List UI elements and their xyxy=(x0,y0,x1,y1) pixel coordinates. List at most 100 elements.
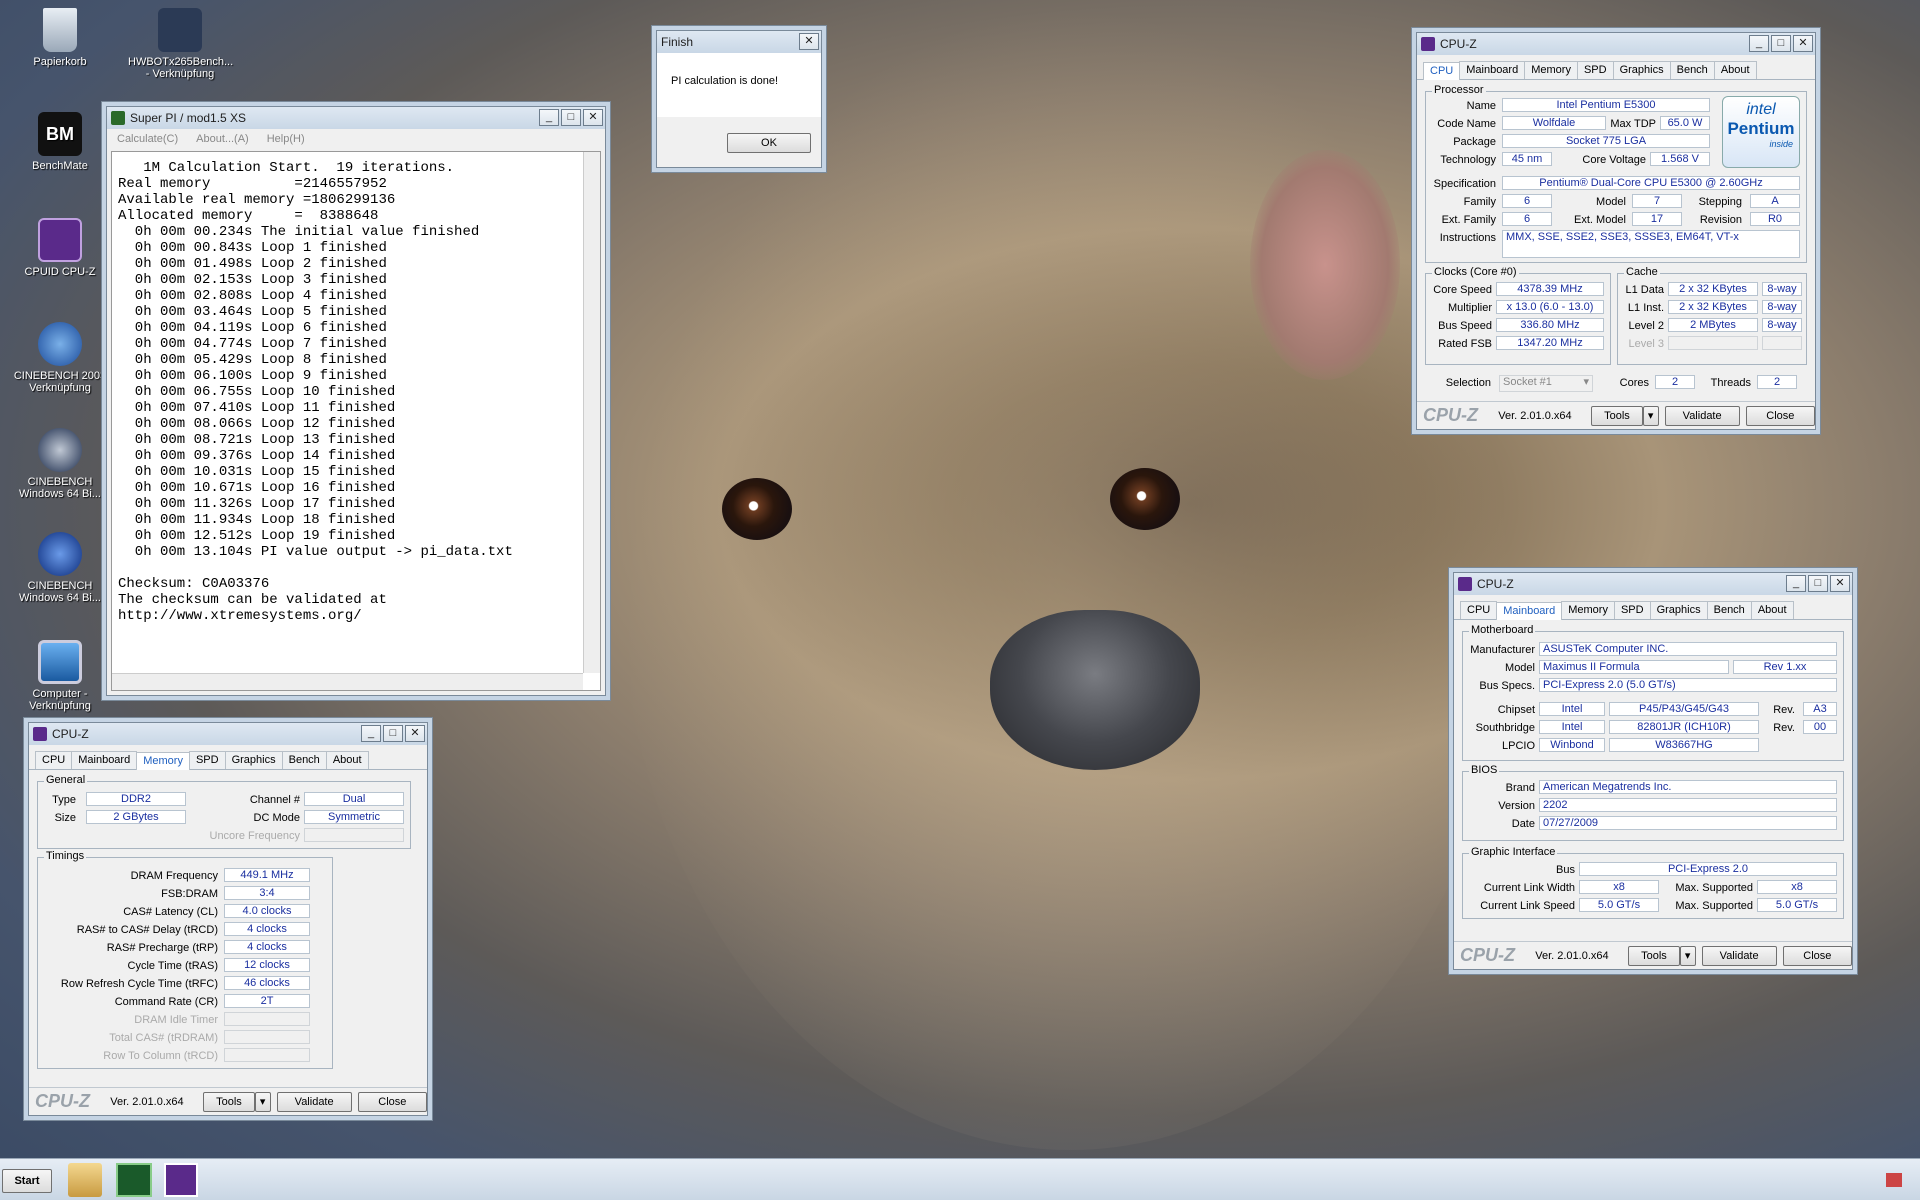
rated-fsb-value: 1347.20 MHz xyxy=(1496,336,1604,350)
tab-bar: CPU Mainboard Memory SPD Graphics Bench … xyxy=(29,745,427,770)
tab-bench[interactable]: Bench xyxy=(1669,61,1715,79)
close-button[interactable]: ✕ xyxy=(1830,575,1850,592)
desktop-icon-benchmate[interactable]: BM BenchMate xyxy=(8,112,112,172)
tab-about[interactable]: About xyxy=(1713,61,1757,79)
tab-mainboard[interactable]: Mainboard xyxy=(1459,61,1526,79)
tab-cpu[interactable]: CPU xyxy=(35,751,73,769)
desktop-icon-computer[interactable]: Computer - Verknüpfung xyxy=(8,640,112,712)
chevron-down-icon: ▾ xyxy=(1583,376,1589,388)
wallpaper-dog-eye-left xyxy=(722,478,792,540)
explorer-taskbar-icon[interactable] xyxy=(68,1163,102,1197)
cpuz-taskbar-icon[interactable] xyxy=(164,1163,198,1197)
close-window-button[interactable]: Close xyxy=(357,1091,427,1112)
cpuz-titlebar[interactable]: CPU-Z _ □ ✕ xyxy=(1454,573,1852,595)
vertical-scrollbar[interactable] xyxy=(583,152,600,673)
desktop-icon-cpuz[interactable]: CPUID CPU-Z xyxy=(8,218,112,278)
close-button[interactable]: ✕ xyxy=(799,33,819,50)
desktop-icon-cinebench-r[interactable]: CINEBENCH Windows 64 Bi... xyxy=(8,428,112,500)
cpuz-titlebar[interactable]: CPU-Z _ □ ✕ xyxy=(1417,33,1815,55)
maximize-button[interactable]: □ xyxy=(561,109,581,126)
desktop-icon-cinebench2003[interactable]: CINEBENCH 2003 Verknüpfung xyxy=(8,322,112,394)
close-window-button[interactable]: Close xyxy=(1745,405,1815,426)
horizontal-scrollbar[interactable] xyxy=(112,673,583,690)
tab-bench[interactable]: Bench xyxy=(1706,601,1752,619)
maximize-button[interactable]: □ xyxy=(1808,575,1828,592)
tab-bench[interactable]: Bench xyxy=(281,751,327,769)
desktop-icon-hwbot[interactable]: HWBOTx265Bench... - Verknüpfung xyxy=(128,8,233,80)
tab-spd[interactable]: SPD xyxy=(1613,601,1651,619)
tab-cpu[interactable]: CPU xyxy=(1460,601,1498,619)
tab-about[interactable]: About xyxy=(325,751,369,769)
finish-titlebar[interactable]: Finish ✕ xyxy=(657,31,821,53)
tab-graphics[interactable]: Graphics xyxy=(1649,601,1708,619)
menu-calculate[interactable]: Calculate(C) xyxy=(117,133,178,145)
minimize-button[interactable]: _ xyxy=(1749,35,1769,52)
menu-about[interactable]: About...(A) xyxy=(196,133,249,145)
minimize-button[interactable]: _ xyxy=(1786,575,1806,592)
tab-mainboard[interactable]: Mainboard xyxy=(71,751,138,769)
start-button[interactable]: Start xyxy=(2,1169,52,1193)
ok-button[interactable]: OK xyxy=(727,133,811,153)
ext-model-value: 17 xyxy=(1632,212,1682,226)
label: Current Link Speed xyxy=(1480,900,1575,912)
validate-button[interactable]: Validate xyxy=(1664,405,1740,426)
tools-dropdown-icon[interactable]: ▾ xyxy=(1642,405,1659,426)
label: Stepping xyxy=(1698,196,1742,208)
tab-spd[interactable]: SPD xyxy=(1576,61,1614,79)
close-window-button[interactable]: Close xyxy=(1782,945,1852,966)
tab-cpu[interactable]: CPU xyxy=(1423,62,1461,80)
minimize-button[interactable]: _ xyxy=(539,109,559,126)
validate-button[interactable]: Validate xyxy=(276,1091,352,1112)
close-button[interactable]: ✕ xyxy=(405,725,425,742)
output-line: 0h 00m 00.234s The initial value finishe… xyxy=(118,224,480,240)
validate-button[interactable]: Validate xyxy=(1701,945,1777,966)
multiplier-value: x 13.0 (6.0 - 13.0) xyxy=(1496,300,1604,314)
desktop-icon-recycle-bin[interactable]: Papierkorb xyxy=(8,8,112,68)
processor-group: Processor Name Intel Pentium E5300 Code … xyxy=(1425,84,1807,263)
core-speed-value: 4378.39 MHz xyxy=(1496,282,1604,296)
superpi-taskbar-icon[interactable] xyxy=(116,1163,152,1197)
close-button[interactable]: ✕ xyxy=(1793,35,1813,52)
desktop-icon-cinebench-r2[interactable]: CINEBENCH Windows 64 Bi... xyxy=(8,532,112,604)
benchmate-icon: BM xyxy=(38,112,82,156)
chipset-value: P45/P43/G45/G43 xyxy=(1609,702,1759,716)
tools-button[interactable]: Tools xyxy=(1628,945,1680,966)
wallpaper-dog-nose xyxy=(990,610,1200,770)
technology-value: 45 nm xyxy=(1502,152,1552,166)
tools-button[interactable]: Tools xyxy=(1591,405,1643,426)
tab-spd[interactable]: SPD xyxy=(188,751,226,769)
label: Max. Supported xyxy=(1675,882,1753,894)
tab-memory[interactable]: Memory xyxy=(136,752,190,770)
cinebench-r-icon xyxy=(38,428,82,472)
socket-select[interactable]: Socket #1 ▾ xyxy=(1499,375,1593,392)
maximize-button[interactable]: □ xyxy=(383,725,403,742)
superpi-titlebar[interactable]: Super PI / mod1.5 XS _ □ ✕ xyxy=(107,107,605,129)
threads-value: 2 xyxy=(1757,375,1797,389)
tools-dropdown-icon[interactable]: ▾ xyxy=(254,1091,271,1112)
maximize-button[interactable]: □ xyxy=(1771,35,1791,52)
minimize-button[interactable]: _ xyxy=(361,725,381,742)
timing-value: 4 clocks xyxy=(224,940,310,954)
superpi-output-area[interactable]: 1M Calculation Start. 19 iterations. Real… xyxy=(111,151,601,691)
close-button[interactable]: ✕ xyxy=(583,109,603,126)
start-label: Start xyxy=(14,1175,40,1187)
tools-button[interactable]: Tools xyxy=(203,1091,255,1112)
tray-icon[interactable] xyxy=(1886,1173,1902,1187)
tools-dropdown-icon[interactable]: ▾ xyxy=(1679,945,1696,966)
timing-value: 4 clocks xyxy=(224,922,310,936)
tab-graphics[interactable]: Graphics xyxy=(224,751,283,769)
tab-bar: CPU Mainboard Memory SPD Graphics Bench … xyxy=(1454,595,1852,620)
tab-mainboard[interactable]: Mainboard xyxy=(1496,602,1563,620)
l1-data-ways: 8-way xyxy=(1762,282,1802,296)
tab-memory[interactable]: Memory xyxy=(1561,601,1615,619)
cpuz-titlebar[interactable]: CPU-Z _ □ ✕ xyxy=(29,723,427,745)
tab-graphics[interactable]: Graphics xyxy=(1612,61,1671,79)
memory-type-value: DDR2 xyxy=(86,792,186,806)
label: Bus xyxy=(1556,864,1575,876)
tab-about[interactable]: About xyxy=(1750,601,1794,619)
tab-memory[interactable]: Memory xyxy=(1524,61,1578,79)
timing-value: 449.1 MHz xyxy=(224,868,310,882)
output-line: 0h 00m 02.153s Loop 3 finished xyxy=(118,272,387,288)
level3-ways xyxy=(1762,336,1802,350)
menu-help[interactable]: Help(H) xyxy=(267,133,305,145)
